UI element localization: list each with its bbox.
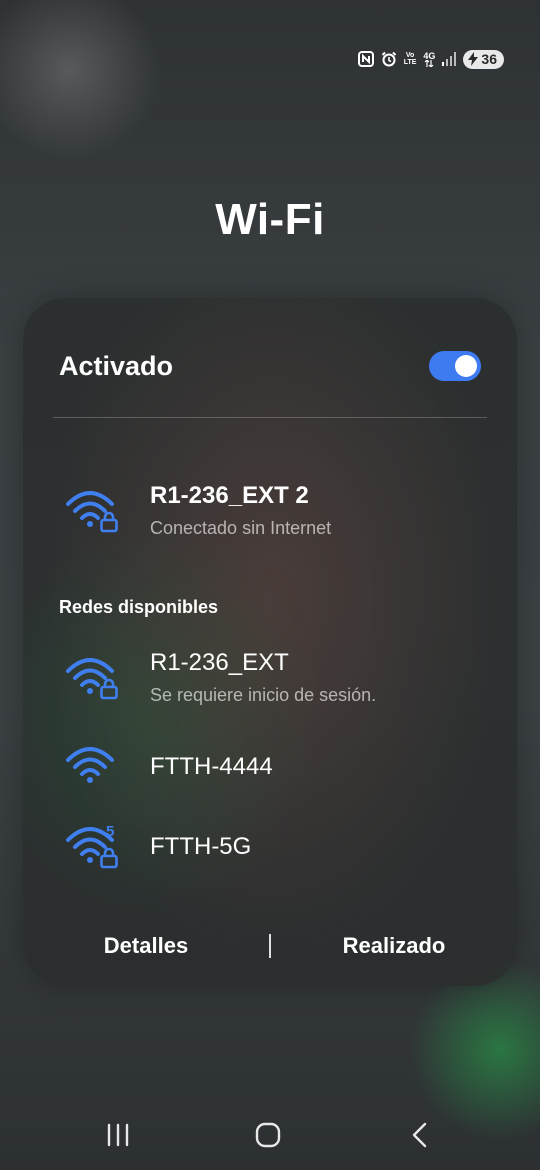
alarm-icon bbox=[381, 51, 397, 67]
wifi-lock-icon bbox=[66, 657, 118, 699]
done-button[interactable]: Realizado bbox=[271, 933, 517, 959]
network-item-r1-236-ext[interactable]: R1-236_EXT Se requiere inicio de sesión. bbox=[65, 649, 487, 706]
volte-top-label: Vo bbox=[405, 52, 415, 59]
battery-level: 36 bbox=[481, 51, 497, 67]
wifi-toggle-row[interactable]: Activado bbox=[59, 346, 481, 386]
network-item-ftth-4444[interactable]: FTTH-4444 bbox=[65, 742, 487, 792]
details-button[interactable]: Detalles bbox=[23, 933, 269, 959]
network-name: R1-236_EXT 2 bbox=[150, 482, 309, 509]
nfc-icon bbox=[357, 51, 374, 67]
panel-buttons: Detalles Realizado bbox=[23, 918, 517, 974]
switch-knob bbox=[455, 355, 477, 377]
divider bbox=[53, 417, 487, 418]
wifi-lock-icon bbox=[66, 490, 118, 532]
wifi-toggle-label: Activado bbox=[59, 350, 174, 381]
network-name: FTTH-5G bbox=[150, 833, 252, 860]
network-name: FTTH-4444 bbox=[150, 753, 273, 780]
wifi-5g-lock-icon: 5 bbox=[66, 823, 118, 869]
data-arrows-icon bbox=[424, 59, 434, 67]
connected-network-item[interactable]: R1-236_EXT 2 Conectado sin Internet bbox=[65, 482, 487, 539]
wifi-panel: Activado R1-236_EXT 2 Conectado sin Inte… bbox=[23, 298, 517, 986]
network-item-ftth-5g[interactable]: 5 FTTH-5G bbox=[65, 822, 487, 872]
band-label: 5 bbox=[106, 823, 114, 840]
4g-icon: 4G bbox=[423, 50, 436, 67]
status-bar: Vo LTE 4G 36 bbox=[357, 49, 504, 69]
home-button[interactable] bbox=[238, 1112, 298, 1158]
back-button[interactable] bbox=[390, 1112, 450, 1158]
navigation-bar bbox=[0, 1112, 540, 1158]
recent-apps-icon bbox=[107, 1123, 129, 1147]
available-networks-label: Redes disponibles bbox=[59, 597, 219, 617]
volte-bottom-label: LTE bbox=[403, 59, 417, 66]
charging-bolt-icon bbox=[468, 52, 479, 66]
wifi-toggle-switch[interactable] bbox=[429, 351, 481, 381]
recent-apps-button[interactable] bbox=[88, 1112, 148, 1158]
signal-icon bbox=[442, 52, 457, 66]
volte-icon: Vo LTE bbox=[404, 52, 417, 66]
battery-icon: 36 bbox=[463, 49, 504, 69]
page-title: Wi-Fi bbox=[215, 195, 325, 244]
network-name: R1-236_EXT bbox=[150, 649, 289, 676]
wifi-icon bbox=[66, 747, 114, 783]
network-type-label: 4G bbox=[423, 50, 436, 61]
network-status: Conectado sin Internet bbox=[150, 518, 332, 538]
back-icon bbox=[412, 1122, 427, 1148]
network-status: Se requiere inicio de sesión. bbox=[150, 685, 377, 705]
home-icon bbox=[255, 1122, 281, 1148]
